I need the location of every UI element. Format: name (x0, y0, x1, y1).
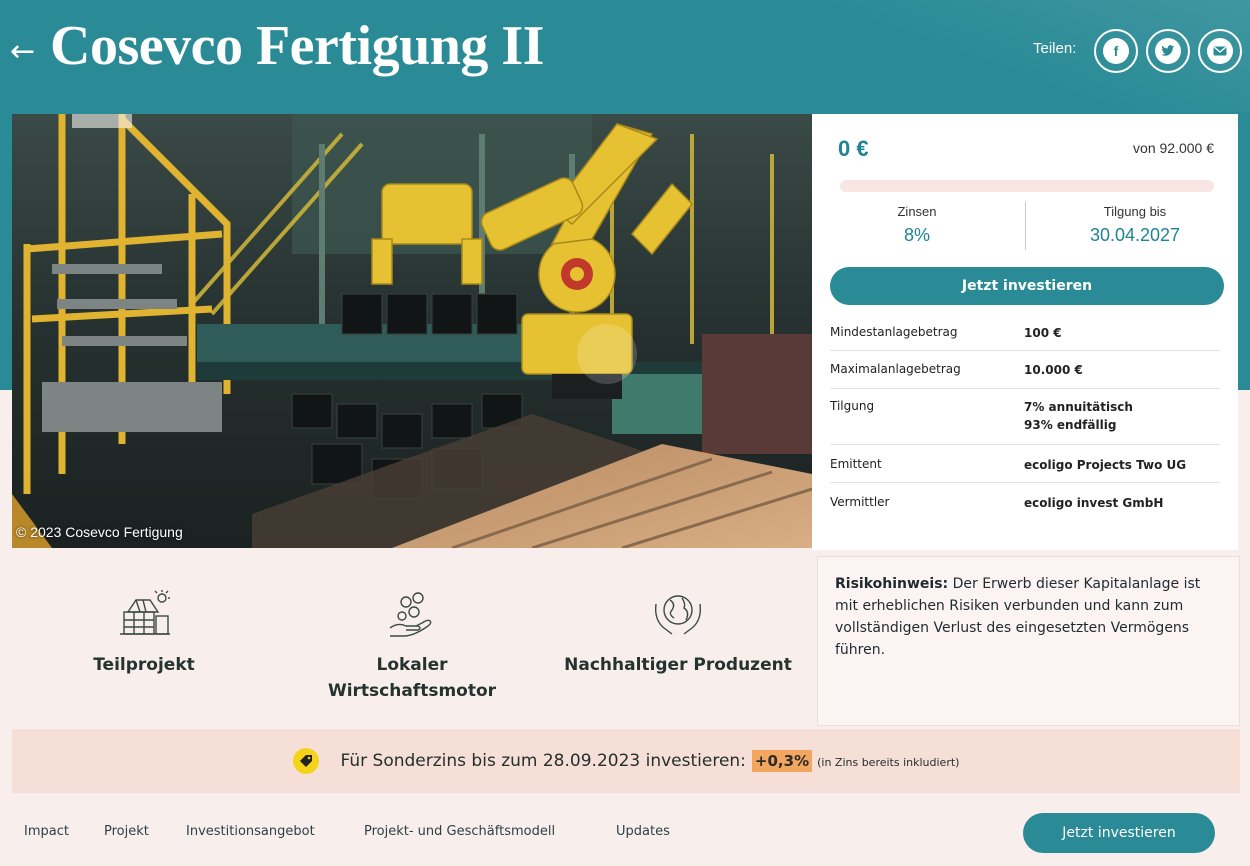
feature-label-line1: Lokaler (376, 655, 448, 675)
fact-key: Vermittler (830, 495, 890, 509)
bonus-badge: +0,3% (751, 750, 813, 772)
invested-amount: 0 € (838, 136, 869, 161)
tag-icon (292, 748, 319, 774)
solar-building-icon (120, 590, 170, 635)
fact-value: ecoligo invest GmbH (1024, 496, 1164, 510)
risk-notice: Risikohinweis: Der Erwerb dieser Kapital… (817, 556, 1240, 726)
nav-link-impact[interactable]: Impact (24, 824, 69, 839)
repayment-value: 30.04.2027 (1089, 225, 1181, 245)
share-label: Teilen: (1033, 40, 1077, 57)
promo-note: (in Zins bereits inkludiert) (817, 756, 960, 769)
nav-link-geschaeftsmodell[interactable]: Projekt- und Geschäftsmodell (364, 824, 555, 839)
fact-value: 7% annuitätisch (1024, 400, 1133, 414)
funding-goal: von 92.000 € (1133, 140, 1214, 156)
invest-now-bottom-button[interactable]: Jetzt investieren (1023, 813, 1215, 853)
feature-label: Teilprojekt (93, 655, 195, 675)
stat-divider (1025, 202, 1026, 250)
facebook-icon: f (1103, 38, 1129, 64)
fact-key: Emittent (830, 457, 882, 471)
investment-card: 0 € von 92.000 € Zinsen 8% Tilgung bis 3… (812, 114, 1238, 550)
promo-text: Für Sonderzins bis zum 28.09.2023 invest… (340, 751, 746, 771)
feature-label: Lokaler Wirtschaftsmotor (292, 652, 532, 704)
feature-lokaler-wirtschaftsmotor: Lokaler Wirtschaftsmotor (292, 590, 532, 704)
fact-row-issuer: Emittent ecoligo Projects Two UG (830, 445, 1220, 483)
fact-row-max-investment: Maximalanlagebetrag 10.000 € (830, 351, 1220, 389)
funding-progress-bar (840, 180, 1214, 192)
email-icon (1207, 38, 1233, 64)
fact-key: Tilgung (830, 399, 875, 413)
repayment-stat: Tilgung bis 30.04.2027 (1060, 204, 1210, 246)
fact-value-secondary: 93% endfällig (1024, 418, 1117, 432)
share-email-button[interactable] (1198, 29, 1242, 73)
repayment-label: Tilgung bis (1103, 204, 1167, 219)
share-twitter-button[interactable] (1146, 29, 1190, 73)
fact-row-repayment: Tilgung 7% annuitätisch 93% endfällig (830, 389, 1220, 445)
fact-key: Maximalanlagebetrag (830, 362, 961, 376)
hands-globe-icon (654, 595, 702, 635)
hand-coins-icon (389, 592, 432, 637)
interest-stat: Zinsen 8% (842, 204, 992, 246)
page-title: Cosevco Fertigung II (50, 15, 544, 77)
feature-label-line2: Wirtschaftsmotor (327, 681, 497, 701)
risk-label: Risikohinweis: (835, 576, 949, 592)
feature-nachhaltiger-produzent: Nachhaltiger Produzent (558, 590, 798, 678)
facts-table: Mindestanlagebetrag 100 € Maximalanlageb… (830, 315, 1220, 521)
project-features: Teilprojekt Lokaler Wirtschaftsmotor Nac… (12, 560, 812, 728)
project-photo: © 2023 Cosevco Fertigung (12, 114, 812, 548)
feature-label: Nachhaltiger Produzent (564, 655, 792, 675)
factory-robot-image (12, 114, 812, 548)
fact-row-min-investment: Mindestanlagebetrag 100 € (830, 315, 1220, 351)
fact-value: 10.000 € (1024, 363, 1083, 377)
nav-link-updates[interactable]: Updates (616, 824, 670, 839)
nav-link-investitionsangebot[interactable]: Investitionsangebot (186, 824, 315, 839)
twitter-icon (1155, 38, 1181, 64)
fact-value: 100 € (1024, 326, 1062, 340)
share-facebook-button[interactable]: f (1094, 29, 1138, 73)
nav-link-projekt[interactable]: Projekt (104, 824, 149, 839)
page-header: ← Cosevco Fertigung II Teilen: f (0, 0, 1250, 112)
fact-value: ecoligo Projects Two UG (1024, 458, 1187, 472)
facebook-glyph: f (1113, 43, 1119, 59)
fact-key: Mindestanlagebetrag (830, 325, 958, 339)
bonus-interest-banner: Für Sonderzins bis zum 28.09.2023 invest… (12, 729, 1240, 793)
fact-row-broker: Vermittler ecoligo invest GmbH (830, 483, 1220, 521)
interest-label: Zinsen (897, 204, 937, 219)
arrow-left-icon[interactable]: ← (10, 34, 35, 69)
invest-now-button[interactable]: Jetzt investieren (830, 267, 1224, 305)
interest-value: 8% (903, 225, 930, 245)
feature-teilprojekt: Teilprojekt (24, 590, 264, 678)
photo-credit: © 2023 Cosevco Fertigung (16, 524, 183, 540)
